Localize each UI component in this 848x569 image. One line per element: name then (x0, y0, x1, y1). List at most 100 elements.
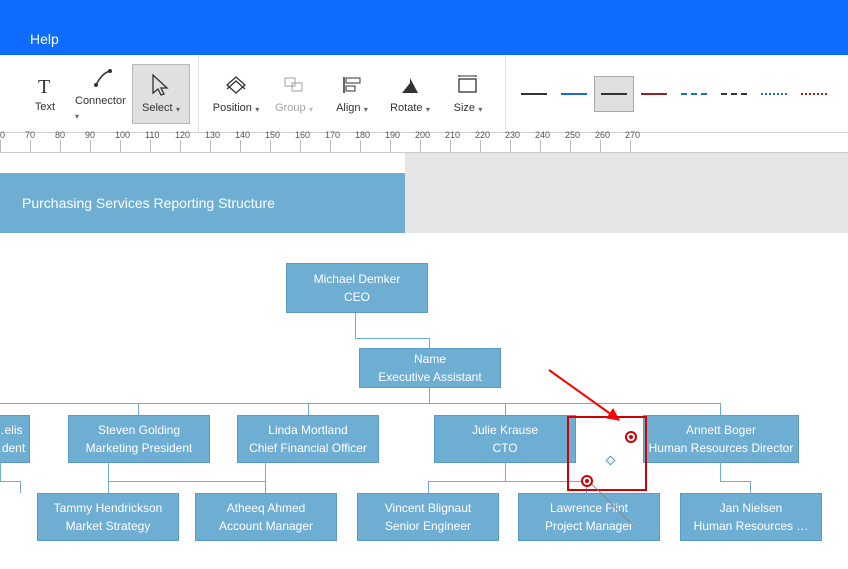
ruler-tick: 220 (480, 140, 510, 152)
ruler-tick: 70 (30, 140, 60, 152)
connector-line (720, 463, 721, 481)
line-style-gallery (506, 76, 842, 112)
align-icon (340, 74, 364, 96)
ruler-tick: 150 (270, 140, 300, 152)
chevron-down-icon: ▾ (478, 105, 482, 114)
section-title[interactable]: Purchasing Services Reporting Structure (0, 173, 405, 233)
connector-line (428, 481, 429, 493)
svg-text:T: T (38, 76, 50, 97)
line-style-option[interactable] (714, 76, 754, 112)
ruler-tick: 80 (60, 140, 90, 152)
connector-line (720, 403, 721, 415)
text-tool-button[interactable]: T Text (16, 64, 74, 124)
title-bar: Help (0, 0, 848, 55)
connector-line (265, 463, 266, 481)
connector-line (429, 338, 430, 348)
connector-line (750, 481, 751, 493)
rotate-icon (398, 74, 422, 96)
ruler-tick: 140 (240, 140, 270, 152)
connector-line (108, 481, 265, 482)
connector-line (355, 313, 356, 338)
horizontal-ruler: 6070809010011012013014015016017018019020… (0, 133, 848, 153)
org-node-flint[interactable]: Lawrence Flint Project Manager (518, 493, 660, 541)
ruler-tick: 230 (510, 140, 540, 152)
connector-line (308, 403, 309, 415)
chevron-down-icon: ▾ (364, 105, 368, 114)
text-icon: T (33, 75, 57, 97)
connector-tool-button[interactable]: Connector ▾ (74, 64, 132, 124)
connector-line (0, 481, 20, 482)
ribbon-group-arrange: Position ▾ Group ▾ Align ▾ Rotate ▾ Size… (199, 55, 506, 132)
ruler-tick: 120 (180, 140, 210, 152)
org-node-blignaut[interactable]: Vincent Blignaut Senior Engineer (357, 493, 499, 541)
annotation-arrow (547, 368, 637, 433)
line-style-option[interactable] (794, 76, 834, 112)
org-node-hendrickson[interactable]: Tammy Hendrickson Market Strategy (37, 493, 179, 541)
connector-line (429, 388, 430, 403)
ruler-tick: 90 (90, 140, 120, 152)
chevron-down-icon: ▾ (255, 105, 259, 114)
ruler-tick: 240 (540, 140, 570, 152)
org-node-boger[interactable]: Annett Boger Human Resources Director (643, 415, 799, 463)
cursor-icon (149, 74, 173, 96)
connector-midpoint-handle[interactable] (606, 456, 616, 466)
ribbon-group-tools: T Text Connector ▾ Select ▾ (8, 55, 199, 132)
connector-icon (91, 67, 115, 89)
line-style-option[interactable] (754, 76, 794, 112)
connector-line (108, 481, 109, 493)
ruler-tick: 160 (300, 140, 330, 152)
line-style-option[interactable] (514, 76, 554, 112)
ruler-tick: 60 (0, 140, 30, 152)
connector-line (108, 463, 109, 481)
size-button[interactable]: Size ▾ (439, 64, 497, 124)
connector-line (265, 481, 266, 493)
ruler-tick: 130 (210, 140, 240, 152)
chevron-down-icon: ▾ (309, 105, 313, 114)
connector-endpoint-handle[interactable] (581, 475, 593, 487)
chevron-down-icon: ▾ (75, 112, 79, 121)
org-node-president-partial[interactable]: …elis …dent (0, 415, 30, 463)
connector-line (355, 338, 429, 339)
canvas-margin (405, 153, 848, 233)
connector-line (0, 463, 1, 481)
line-style-option[interactable] (634, 76, 674, 112)
connector-line (505, 403, 506, 415)
org-node-golding[interactable]: Steven Golding Marketing President (68, 415, 210, 463)
line-style-option[interactable] (674, 76, 714, 112)
rotate-button[interactable]: Rotate ▾ (381, 64, 439, 124)
connector-line (720, 481, 750, 482)
ruler-tick: 100 (120, 140, 150, 152)
org-node-nielsen[interactable]: Jan Nielsen Human Resources … (680, 493, 822, 541)
org-node-ceo[interactable]: Michael Demker CEO (286, 263, 428, 313)
diagram-canvas[interactable]: Purchasing Services Reporting Structure … (0, 153, 848, 569)
chevron-down-icon: ▾ (176, 105, 180, 114)
select-tool-button[interactable]: Select ▾ (132, 64, 190, 124)
connector-line (505, 463, 506, 481)
ruler-tick: 260 (600, 140, 630, 152)
connector-line (428, 481, 586, 482)
line-style-option[interactable] (594, 76, 634, 112)
org-node-ea[interactable]: Name Executive Assistant (359, 348, 501, 388)
group-icon (282, 74, 306, 96)
line-style-option[interactable] (554, 76, 594, 112)
ruler-tick: 110 (150, 140, 180, 152)
ruler-tick: 180 (360, 140, 390, 152)
position-icon (224, 74, 248, 96)
align-button[interactable]: Align ▾ (323, 64, 381, 124)
chevron-down-icon: ▾ (426, 105, 430, 114)
ruler-tick: 250 (570, 140, 600, 152)
help-menu[interactable]: Help (30, 31, 59, 47)
ruler-tick: 200 (420, 140, 450, 152)
connector-line (20, 481, 21, 493)
connector-line (138, 403, 139, 415)
ruler-tick: 210 (450, 140, 480, 152)
ribbon: T Text Connector ▾ Select ▾ Position ▾ G… (0, 55, 848, 133)
size-icon (456, 74, 480, 96)
ruler-tick: 190 (390, 140, 420, 152)
position-button[interactable]: Position ▾ (207, 64, 265, 124)
ruler-tick: 270 (630, 140, 660, 152)
org-node-mortland[interactable]: Linda Mortland Chief Financial Officer (237, 415, 379, 463)
org-node-ahmed[interactable]: Atheeq Ahmed Account Manager (195, 493, 337, 541)
ruler-tick: 170 (330, 140, 360, 152)
group-button: Group ▾ (265, 64, 323, 124)
